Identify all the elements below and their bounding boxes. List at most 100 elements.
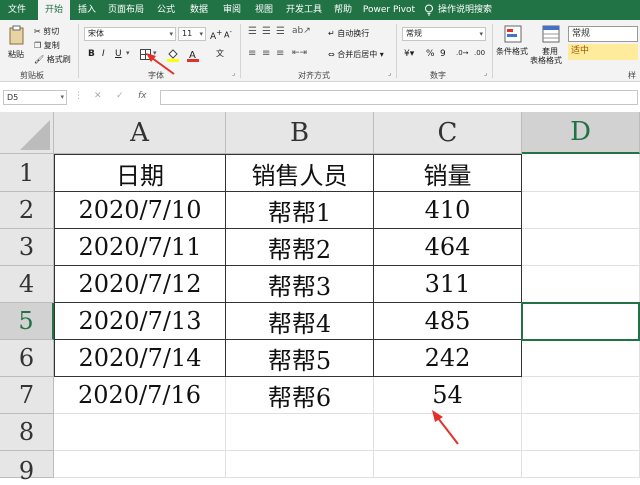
cell-d2[interactable]: [522, 192, 640, 229]
cell-a7[interactable]: 2020/7/16: [54, 377, 226, 414]
tab-file[interactable]: 文件: [0, 0, 34, 20]
cell-b9[interactable]: [226, 451, 374, 478]
tab-developer[interactable]: 开发工具: [282, 0, 326, 20]
conditional-format-button[interactable]: 条件格式: [496, 46, 528, 57]
cell-d9[interactable]: [522, 451, 640, 478]
tab-view[interactable]: 视图: [250, 0, 278, 20]
align-top-icon[interactable]: ☰: [248, 26, 257, 37]
bold-button[interactable]: B: [88, 49, 95, 59]
orientation-icon[interactable]: ab↗: [292, 26, 311, 36]
align-bottom-icon[interactable]: ☰: [276, 26, 285, 37]
cell-a4[interactable]: 2020/7/12: [54, 266, 226, 303]
wrap-text-button[interactable]: ↵ 自动换行: [328, 28, 369, 39]
currency-button[interactable]: ¥▾: [404, 49, 414, 59]
cell-d4[interactable]: [522, 266, 640, 303]
row-header-1[interactable]: 1: [0, 154, 54, 192]
column-header-b[interactable]: B: [226, 112, 374, 154]
cell-d1[interactable]: [522, 154, 640, 192]
insert-function-icon[interactable]: fx: [138, 91, 147, 101]
grow-font-button[interactable]: A+: [210, 28, 222, 42]
percent-button[interactable]: %: [426, 49, 435, 59]
cell-c9[interactable]: [374, 451, 522, 478]
cancel-icon[interactable]: ✕: [94, 91, 102, 101]
row-header-7[interactable]: 7: [0, 377, 54, 414]
cell-a5[interactable]: 2020/7/13: [54, 303, 226, 340]
row-header-4[interactable]: 4: [0, 266, 54, 303]
cell-b4[interactable]: 帮帮3: [226, 266, 374, 303]
cell-c2[interactable]: 410: [374, 192, 522, 229]
tab-insert[interactable]: 插入: [72, 0, 102, 20]
cell-b7[interactable]: 帮帮6: [226, 377, 374, 414]
cell-d6[interactable]: [522, 340, 640, 377]
cell-d7[interactable]: [522, 377, 640, 414]
cell-a2[interactable]: 2020/7/10: [54, 192, 226, 229]
cell-a1[interactable]: 日期: [54, 154, 226, 192]
column-header-d[interactable]: D: [522, 112, 640, 154]
cell-b8[interactable]: [226, 414, 374, 451]
phonetic-button[interactable]: 文: [216, 48, 224, 59]
name-box[interactable]: D5 ▾: [3, 90, 67, 105]
cell-a8[interactable]: [54, 414, 226, 451]
dialog-launcher-icon[interactable]: ⌟: [484, 69, 487, 77]
dialog-launcher-icon[interactable]: ⌟: [232, 69, 235, 77]
cell-d8[interactable]: [522, 414, 640, 451]
column-header-c[interactable]: C: [374, 112, 522, 154]
dialog-launcher-icon[interactable]: ⌟: [388, 69, 391, 77]
row-header-2[interactable]: 2: [0, 192, 54, 229]
cell-a9[interactable]: [54, 451, 226, 478]
align-center-icon[interactable]: ≡: [262, 48, 270, 59]
select-all-corner[interactable]: [0, 112, 54, 154]
cell-d3[interactable]: [522, 229, 640, 266]
italic-button[interactable]: I: [102, 49, 105, 59]
enter-icon[interactable]: ✓: [116, 91, 124, 101]
decrease-decimal-button[interactable]: .00: [474, 49, 485, 57]
cell-b6[interactable]: 帮帮5: [226, 340, 374, 377]
style-normal[interactable]: 常规: [568, 26, 638, 42]
font-color-button[interactable]: A: [186, 48, 200, 62]
font-size-combo[interactable]: 11 ▾: [178, 27, 206, 41]
row-header-3[interactable]: 3: [0, 229, 54, 266]
column-header-a[interactable]: A: [54, 112, 226, 154]
tell-me-search[interactable]: 操作说明搜索: [438, 0, 508, 20]
row-header-9[interactable]: 9: [0, 451, 54, 485]
tab-home[interactable]: 开始: [38, 0, 70, 20]
format-painter-button[interactable]: 🖌 格式刷: [34, 54, 71, 65]
align-middle-icon[interactable]: ☰: [262, 26, 271, 37]
align-left-icon[interactable]: ≡: [248, 48, 256, 59]
number-format-combo[interactable]: 常规 ▾: [402, 27, 486, 41]
cell-c3[interactable]: 464: [374, 229, 522, 266]
comma-button[interactable]: 9: [440, 49, 446, 59]
cell-b2[interactable]: 帮帮1: [226, 192, 374, 229]
tab-review[interactable]: 审阅: [218, 0, 246, 20]
underline-button[interactable]: U: [115, 49, 122, 59]
formula-input[interactable]: [160, 90, 638, 105]
merge-center-button[interactable]: ⇔ 合并后居中 ▾: [328, 49, 384, 60]
align-right-icon[interactable]: ≡: [276, 48, 284, 59]
cell-a3[interactable]: 2020/7/11: [54, 229, 226, 266]
format-as-table-label-2[interactable]: 表格格式: [530, 55, 562, 66]
tab-help[interactable]: 帮助: [330, 0, 356, 20]
font-name-combo[interactable]: 宋体 ▾: [84, 27, 176, 41]
style-neutral[interactable]: 适中: [568, 44, 638, 60]
increase-decimal-button[interactable]: .0→: [456, 49, 469, 57]
paste-button[interactable]: 粘贴: [6, 25, 28, 65]
cell-c1[interactable]: 销量: [374, 154, 522, 192]
row-header-8[interactable]: 8: [0, 414, 54, 451]
tab-data[interactable]: 数据: [184, 0, 214, 20]
tab-page-layout[interactable]: 页面布局: [106, 0, 146, 20]
cell-b1[interactable]: 销售人员: [226, 154, 374, 192]
cell-a6[interactable]: 2020/7/14: [54, 340, 226, 377]
tab-power-pivot[interactable]: Power Pivot: [362, 0, 416, 20]
cell-c6[interactable]: 242: [374, 340, 522, 377]
cell-b5[interactable]: 帮帮4: [226, 303, 374, 340]
copy-button[interactable]: ❐ 复制: [34, 40, 60, 51]
row-header-6[interactable]: 6: [0, 340, 54, 377]
indent-icon[interactable]: ⇤⇥: [292, 48, 307, 58]
row-header-5[interactable]: 5: [0, 303, 54, 340]
cut-button[interactable]: ✂ 剪切: [34, 26, 59, 37]
cell-b3[interactable]: 帮帮2: [226, 229, 374, 266]
shrink-font-button[interactable]: A-: [224, 28, 232, 40]
tab-formulas[interactable]: 公式: [152, 0, 180, 20]
cell-c5[interactable]: 485: [374, 303, 522, 340]
cell-c4[interactable]: 311: [374, 266, 522, 303]
